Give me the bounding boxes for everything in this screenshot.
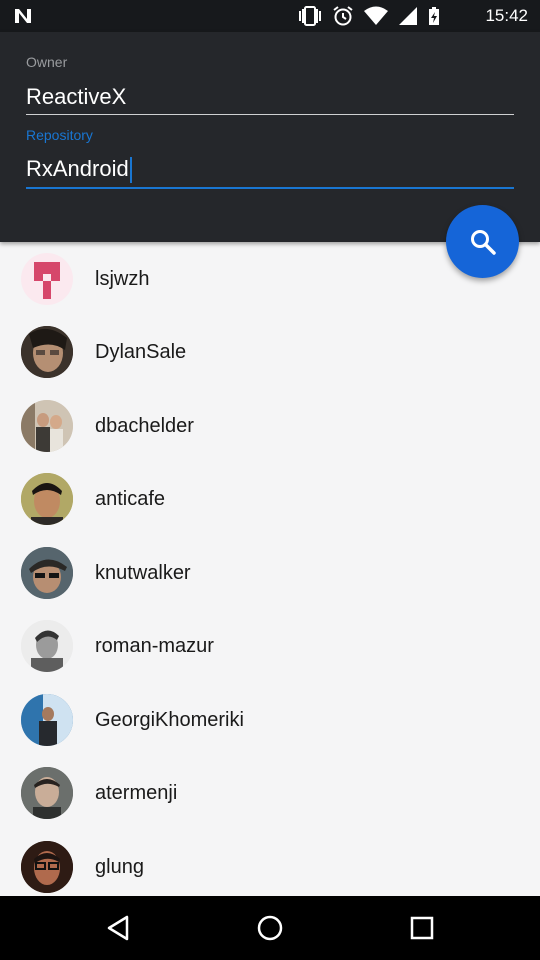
contributor-name: atermenji: [95, 782, 178, 804]
avatar: [21, 620, 73, 672]
repository-value: RxAndroid: [26, 156, 129, 181]
repository-field[interactable]: RxAndroid: [26, 156, 132, 184]
list-item[interactable]: glung: [0, 830, 540, 896]
avatar: [21, 400, 73, 452]
battery-charging-icon: [429, 7, 439, 25]
back-icon[interactable]: [103, 912, 135, 944]
wifi-icon: [364, 6, 388, 25]
avatar: [21, 547, 73, 599]
contributor-name: lsjwzh: [95, 268, 150, 290]
owner-field-underline: [26, 114, 514, 115]
search-form: Owner ReactiveX Repository RxAndroid: [0, 32, 540, 242]
avatar: [21, 767, 73, 819]
list-item[interactable]: dbachelder: [0, 389, 540, 462]
list-item[interactable]: GeorgiKhomeriki: [0, 683, 540, 756]
status-icons: [298, 6, 440, 26]
status-bar: 15:42: [0, 0, 540, 32]
contributor-list[interactable]: lsjwzh DylanSale dbachelder anticafe knu…: [0, 242, 540, 896]
repository-field-underline: [26, 187, 514, 189]
search-button[interactable]: [446, 205, 519, 278]
alarm-icon: [333, 6, 353, 26]
contributor-name: knutwalker: [95, 562, 191, 584]
list-item[interactable]: knutwalker: [0, 536, 540, 609]
text-cursor: [129, 157, 132, 184]
vibrate-icon: [299, 6, 321, 26]
list-item[interactable]: DylanSale: [0, 315, 540, 388]
list-item[interactable]: atermenji: [0, 756, 540, 829]
contributor-name: anticafe: [95, 488, 166, 510]
signal-icon: [399, 7, 417, 25]
contributor-name: dbachelder: [95, 415, 194, 437]
avatar: [21, 253, 73, 305]
list-item[interactable]: roman-mazur: [0, 609, 540, 682]
home-icon[interactable]: [254, 912, 286, 944]
avatar: [21, 841, 73, 893]
recents-icon[interactable]: [406, 912, 438, 944]
contributor-name: DylanSale: [95, 341, 187, 363]
contributor-name: GeorgiKhomeriki: [95, 709, 244, 731]
status-time: 15:42: [485, 6, 528, 25]
owner-label: Owner: [26, 54, 68, 70]
avatar: [21, 473, 73, 525]
navigation-bar: [0, 896, 540, 960]
owner-field[interactable]: ReactiveX: [26, 84, 126, 110]
list-item[interactable]: anticafe: [0, 462, 540, 535]
avatar: [21, 694, 73, 746]
contributor-name: glung: [95, 856, 144, 878]
repository-label: Repository: [26, 127, 93, 143]
notification-n-icon: [15, 9, 31, 23]
avatar: [21, 326, 73, 378]
contributor-name: roman-mazur: [95, 635, 214, 657]
search-icon: [470, 229, 496, 255]
